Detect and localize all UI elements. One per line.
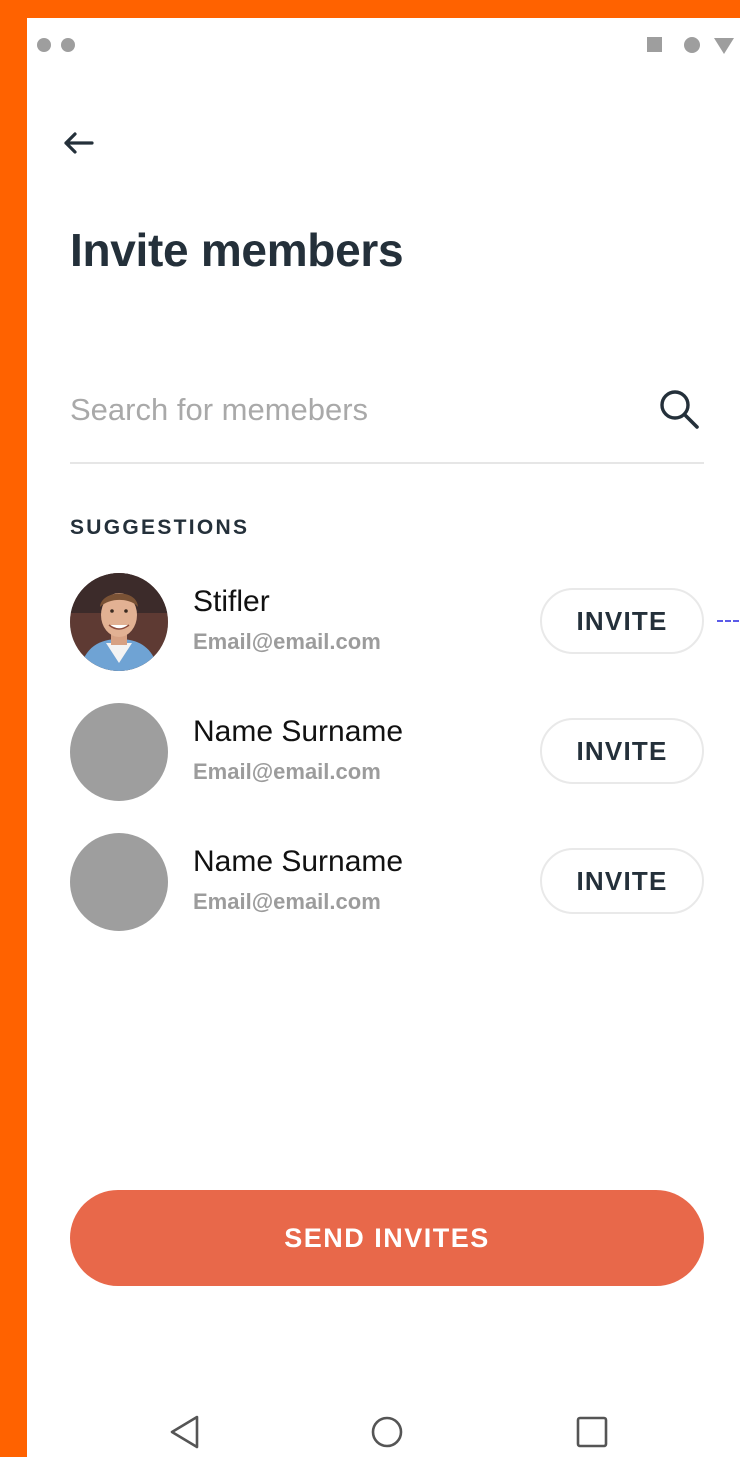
member-email: Email@email.com xyxy=(193,759,381,784)
search-button[interactable] xyxy=(654,384,704,434)
member-email: Email@email.com xyxy=(193,629,381,654)
search-icon xyxy=(660,390,699,429)
member-row: Name Surname Email@email.com INVITE xyxy=(70,833,710,933)
phone-screen: Invite members SUGGESTIONS xyxy=(27,18,740,1457)
wifi-icon xyxy=(714,38,734,54)
avatar xyxy=(70,573,168,671)
member-name: Name Surname xyxy=(193,845,404,878)
member-name: Stifler xyxy=(193,585,270,618)
battery-icon xyxy=(647,37,662,52)
nav-recents-button[interactable] xyxy=(572,1412,612,1452)
member-email: Email@email.com xyxy=(193,889,381,914)
member-row: Name Surname Email@email.com INVITE xyxy=(70,703,710,803)
suggestions-heading: SUGGESTIONS xyxy=(70,516,250,539)
profile-photo xyxy=(70,573,168,671)
square-recents-icon xyxy=(576,1416,608,1448)
arrow-left-icon xyxy=(64,132,94,154)
circle-home-icon xyxy=(371,1416,403,1448)
page-title: Invite members xyxy=(70,224,404,276)
annotation-dash xyxy=(717,620,740,622)
avatar-placeholder xyxy=(70,703,168,801)
signal-icon xyxy=(684,37,700,53)
system-nav-bar xyxy=(27,1390,740,1457)
notification-dot-icon xyxy=(61,38,75,52)
search-bar xyxy=(70,358,704,464)
status-bar xyxy=(27,18,740,72)
triangle-back-icon xyxy=(170,1415,199,1449)
invite-button[interactable]: INVITE xyxy=(540,848,704,914)
member-row: Stifler Email@email.com INVITE xyxy=(70,573,710,673)
send-invites-button[interactable]: SEND INVITES xyxy=(70,1190,704,1286)
notification-dot-icon xyxy=(37,38,51,52)
nav-home-button[interactable] xyxy=(367,1412,407,1452)
invite-button[interactable]: INVITE xyxy=(540,718,704,784)
search-input[interactable] xyxy=(70,358,630,462)
invite-button[interactable]: INVITE xyxy=(540,588,704,654)
back-button[interactable] xyxy=(59,123,99,163)
avatar-placeholder xyxy=(70,833,168,931)
member-name: Name Surname xyxy=(193,715,404,748)
nav-back-button[interactable] xyxy=(164,1412,204,1452)
